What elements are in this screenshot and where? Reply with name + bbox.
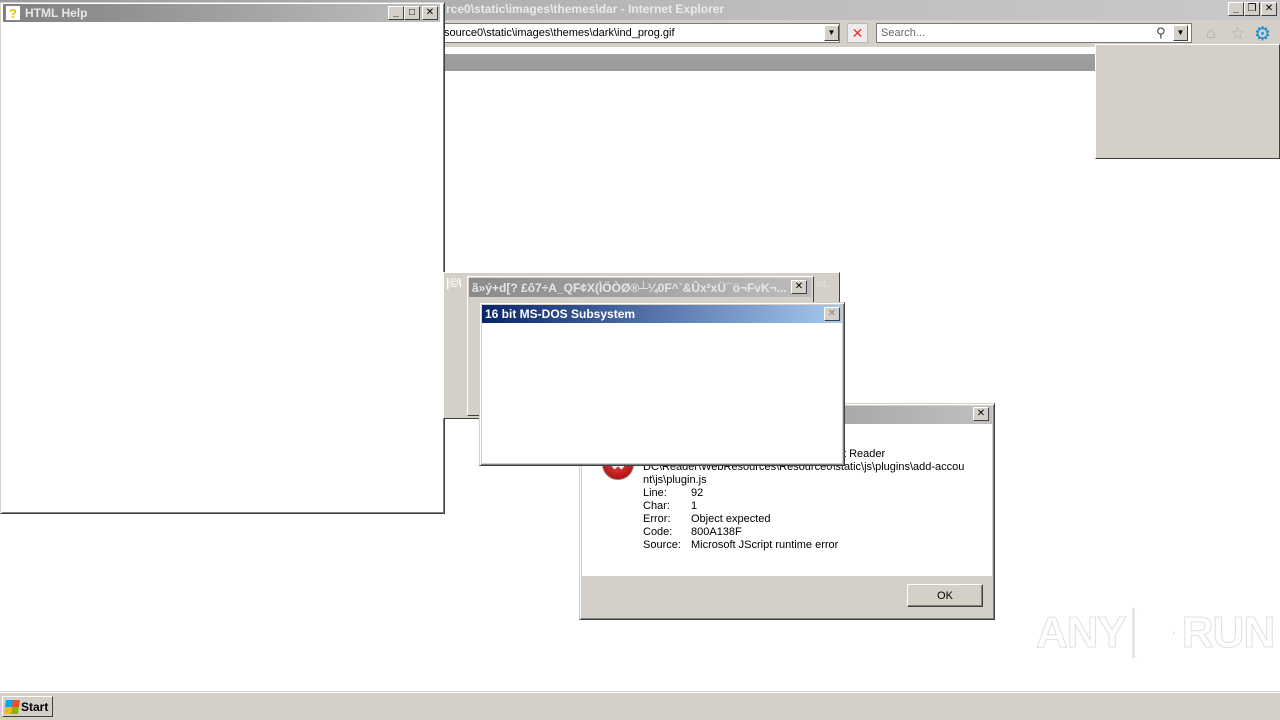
- start-button[interactable]: Start: [2, 696, 53, 717]
- ie-close-button[interactable]: ✕: [1261, 2, 1277, 16]
- help-minimize-button[interactable]: _: [388, 6, 404, 20]
- watermark-text-left: ANY: [1036, 608, 1128, 658]
- msdos-close-button[interactable]: ✕: [824, 307, 840, 321]
- ie-window-title: rce0\static\images\themes\dar - Internet…: [446, 2, 725, 16]
- gear-icon[interactable]: ⚙: [1254, 23, 1271, 46]
- address-bar[interactable]: source0\static\images\themes\dark\ind_pr…: [440, 23, 840, 43]
- ie-minimize-button[interactable]: _: [1228, 2, 1244, 16]
- msdos-dialog-title: 16 bit MS-DOS Subsystem: [485, 307, 636, 321]
- error-field-value: 92: [691, 487, 704, 499]
- garbled-back-title: |©\: [446, 276, 462, 290]
- ok-button[interactable]: OK: [907, 584, 983, 607]
- windows-logo-icon: [4, 699, 20, 714]
- garbled-dialog-titlebar[interactable]: ã»ý+d[? £ô7÷A_QF¢X(ÌÖÒØ®┴¼0F^`&Ûx²xÜ¯ö¬F…: [469, 278, 811, 297]
- tools-dropdown-menu: [1095, 44, 1280, 159]
- error-field-value: Object expected: [691, 513, 771, 525]
- search-input[interactable]: Search...: [876, 23, 1192, 43]
- error-field-value: 1: [691, 500, 698, 512]
- help-icon: ?: [5, 5, 21, 21]
- script-error-close-button[interactable]: ✕: [973, 407, 989, 421]
- error-field-label: Code:: [643, 526, 673, 538]
- error-field-label: Char:: [643, 500, 670, 512]
- search-icon[interactable]: ⚲: [1156, 25, 1166, 41]
- help-close-button[interactable]: ✕: [422, 6, 438, 20]
- play-icon: [1131, 607, 1176, 659]
- msdos-titlebar[interactable]: 16 bit MS-DOS Subsystem ✕: [482, 305, 842, 323]
- start-label: Start: [21, 699, 49, 714]
- garbled-back-title-right: oL: [816, 278, 830, 290]
- help-window-title: HTML Help: [25, 6, 88, 20]
- html-help-window: ? HTML Help _ □ ✕: [0, 2, 445, 514]
- help-titlebar[interactable]: ? HTML Help _ □ ✕: [3, 4, 440, 22]
- error-path-partial: t Reader: [843, 448, 886, 460]
- garbled-dialog-title: ã»ý+d[? £ô7÷A_QF¢X(ÌÖÒØ®┴¼0F^`&Ûx²xÜ¯ö¬F…: [472, 280, 787, 295]
- help-maximize-button[interactable]: □: [404, 6, 420, 20]
- msdos-dialog-body: [482, 323, 842, 463]
- ie-restore-button[interactable]: ❐: [1244, 2, 1260, 16]
- ie-tab-band: [440, 54, 1095, 71]
- error-field-value: Microsoft JScript runtime error: [691, 539, 839, 551]
- watermark-text-right: RUN: [1181, 608, 1275, 658]
- garbled-close-button[interactable]: ✕: [791, 280, 807, 294]
- error-field-label: Line:: [643, 487, 667, 499]
- address-dropdown-button[interactable]: ▼: [824, 25, 839, 41]
- search-dropdown-button[interactable]: ▼: [1173, 25, 1188, 41]
- taskbar: [0, 692, 1280, 720]
- home-icon[interactable]: ⌂: [1206, 25, 1216, 43]
- anyrun-watermark: ANY RUN: [1036, 607, 1276, 659]
- error-field-label: Source:: [643, 539, 681, 551]
- error-path-line3: nt\js\plugin.js: [643, 474, 707, 486]
- favorites-icon[interactable]: ☆: [1230, 24, 1245, 44]
- error-field-label: Error:: [643, 513, 671, 525]
- stop-button[interactable]: ✕: [847, 23, 868, 43]
- error-field-value: 800A138F: [691, 526, 742, 538]
